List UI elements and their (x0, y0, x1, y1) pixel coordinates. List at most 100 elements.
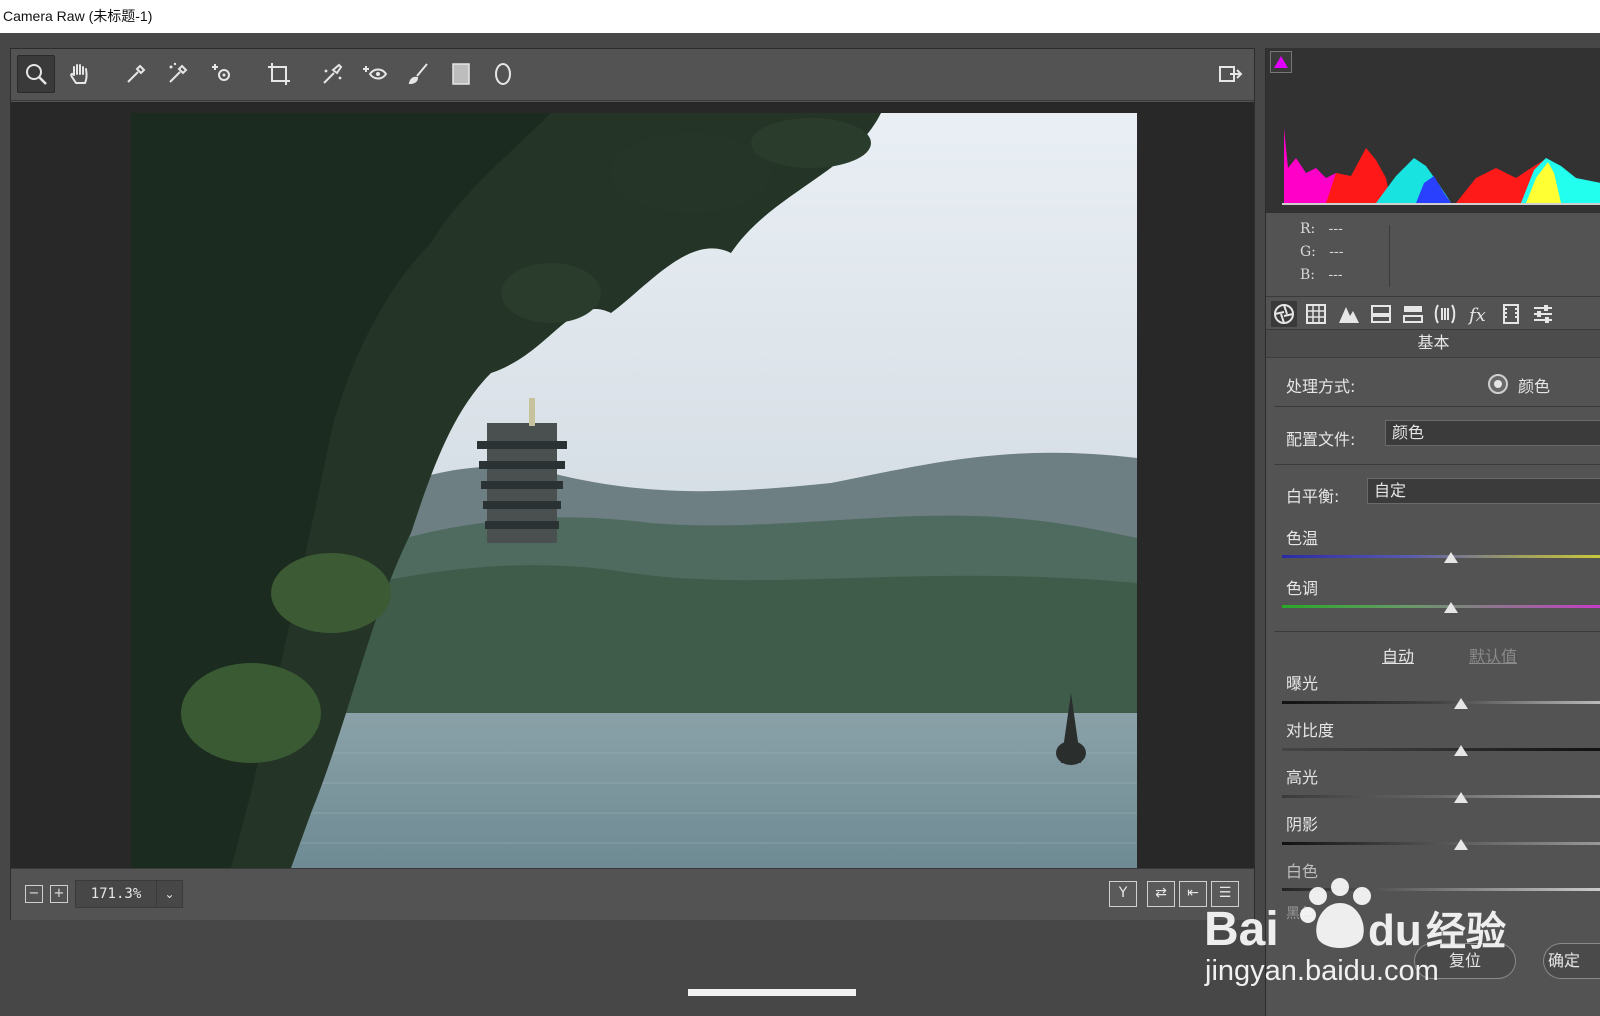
color-sampler-tool[interactable] (159, 55, 197, 93)
photo-preview[interactable] (131, 113, 1137, 868)
aperture-icon (1274, 304, 1294, 324)
divider (1274, 406, 1600, 407)
swap-button[interactable]: ⇄ (1147, 881, 1175, 907)
open-object-button[interactable] (1211, 55, 1249, 93)
adjustment-brush-tool[interactable] (400, 55, 438, 93)
rgb-r-row: R: --- (1300, 221, 1343, 237)
divider (1274, 631, 1600, 632)
exposure-slider-thumb[interactable] (1453, 698, 1468, 709)
open-object-icon (1219, 66, 1243, 82)
fx-icon: fx (1467, 305, 1486, 326)
default-link[interactable]: 默认值 (1469, 643, 1517, 667)
highlights-label: 高光 (1286, 768, 1319, 787)
targeted-adjust-icon (212, 64, 230, 81)
shadows-slider-track[interactable] (1282, 842, 1600, 845)
crop-tool[interactable] (260, 55, 298, 93)
graduated-filter-icon (452, 63, 470, 85)
whites-slider-track[interactable] (1282, 888, 1600, 891)
rgb-g-row: G: --- (1300, 244, 1344, 260)
view-settings-button[interactable]: ☰ (1211, 881, 1239, 907)
right-panel: R: --- G: --- B: --- fx 基本 处理方式: 颜色 配置文件… (1265, 48, 1600, 1016)
auto-link[interactable]: 自动 (1382, 643, 1414, 667)
split-icon (1371, 305, 1391, 323)
tab-effects[interactable]: fx (1466, 301, 1492, 327)
lens-icon (1434, 304, 1456, 324)
tab-presets[interactable] (1530, 301, 1556, 327)
histogram (1266, 48, 1600, 213)
tab-basic[interactable] (1271, 301, 1297, 327)
temperature-slider-track[interactable] (1282, 555, 1600, 558)
ok-button[interactable]: 确定 (1543, 943, 1600, 979)
zoom-tool[interactable] (17, 55, 55, 93)
tab-detail[interactable] (1336, 301, 1362, 327)
panel-title: 基本 (1266, 330, 1600, 358)
taskbar-strip (688, 989, 856, 996)
window-title: Camera Raw (未标题-1) (3, 8, 153, 24)
zoom-icon (26, 64, 47, 85)
copy-button[interactable]: ⇤ (1179, 881, 1207, 907)
white-balance-tool[interactable] (117, 55, 155, 93)
color-sampler-icon (169, 62, 188, 83)
white-balance-icon (127, 64, 146, 83)
spot-removal-tool[interactable] (314, 55, 352, 93)
landscape-photo (131, 113, 1137, 868)
treatment-color-radio[interactable] (1488, 374, 1508, 394)
before-after-button[interactable]: Y (1109, 881, 1137, 907)
workspace: − + 171.3% ⌄ Y ⇄ ⇤ ☰ R: --- G: --- B: --… (0, 33, 1600, 1016)
blacks-label: 黑色 (1286, 906, 1314, 922)
zoom-in-button[interactable]: + (50, 885, 68, 903)
divider (1274, 464, 1600, 465)
radial-filter-tool[interactable] (484, 55, 522, 93)
treatment-label: 处理方式: (1286, 377, 1356, 396)
watermark-url: jingyan.baidu.com (1205, 955, 1439, 987)
tab-tone-curve[interactable] (1303, 301, 1329, 327)
mountains-icon (1339, 307, 1359, 323)
zoom-out-button[interactable]: − (25, 885, 43, 903)
radial-filter-icon (495, 63, 511, 85)
hand-icon (70, 64, 88, 84)
shadows-slider-thumb[interactable] (1453, 839, 1468, 850)
divider (1389, 225, 1390, 287)
main-editor: − + 171.3% ⌄ Y ⇄ ⇤ ☰ (10, 48, 1255, 920)
adjustment-brush-icon (408, 63, 428, 85)
red-eye-icon (363, 66, 388, 80)
grid-icon (1306, 304, 1326, 324)
tint-slider-thumb[interactable] (1444, 602, 1459, 613)
bars-icon (1403, 306, 1423, 323)
tab-hsl[interactable] (1368, 301, 1394, 327)
profile-dropdown[interactable]: 颜色 (1385, 420, 1600, 446)
histogram-graph (1282, 128, 1600, 205)
tint-slider-track[interactable] (1282, 605, 1600, 608)
temperature-slider-thumb[interactable] (1444, 552, 1459, 563)
zoom-level[interactable]: 171.3% (75, 880, 157, 908)
profile-label: 配置文件: (1286, 430, 1356, 449)
white-balance-label: 白平衡: (1286, 487, 1340, 506)
chevron-down-icon: ⌄ (164, 887, 175, 901)
highlights-slider-track[interactable] (1282, 795, 1600, 798)
tab-lens[interactable] (1432, 301, 1458, 327)
contrast-slider-track[interactable] (1282, 748, 1600, 751)
whites-label: 白色 (1286, 862, 1319, 881)
panel-tabs: fx (1266, 296, 1600, 330)
white-balance-dropdown[interactable]: 自定 (1367, 478, 1600, 504)
exposure-label: 曝光 (1286, 674, 1319, 693)
graduated-filter-tool[interactable] (442, 55, 480, 93)
highlights-slider-thumb[interactable] (1453, 792, 1468, 803)
red-eye-tool[interactable] (356, 55, 394, 93)
targeted-adjust-tool[interactable] (203, 55, 241, 93)
tab-camera-calibration[interactable] (1498, 301, 1524, 327)
tab-split-toning[interactable] (1400, 301, 1426, 327)
hand-tool[interactable] (61, 55, 99, 93)
svg-text:fx: fx (1467, 305, 1486, 326)
rgb-b-row: B: --- (1300, 267, 1343, 283)
exposure-slider-track[interactable] (1282, 701, 1600, 704)
treatment-color-label: 颜色 (1518, 377, 1551, 396)
image-canvas[interactable] (11, 102, 1254, 868)
zoom-dropdown[interactable]: ⌄ (157, 880, 183, 908)
film-icon (1503, 304, 1519, 324)
contrast-label: 对比度 (1286, 721, 1335, 740)
tint-label: 色调 (1286, 579, 1319, 598)
toolbar (11, 49, 1254, 101)
contrast-slider-thumb[interactable] (1453, 745, 1468, 756)
spot-removal-icon (323, 63, 343, 84)
